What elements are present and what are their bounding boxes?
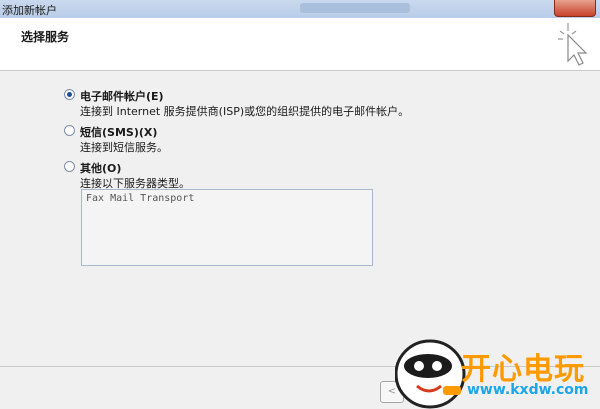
window-title: 添加新帐户 — [2, 4, 57, 17]
cursor-sparkle-icon — [558, 23, 588, 66]
main-panel: 电子邮件帐户(E) 连接到 Internet 服务提供商(ISP)或您的组织提供… — [0, 71, 600, 366]
watermark: 开心电玩 www.kxdw.com — [395, 338, 600, 409]
title-bar: 添加新帐户 — [0, 0, 600, 19]
server-type-list[interactable]: Fax Mail Transport — [81, 189, 373, 266]
radio-other[interactable] — [64, 161, 75, 172]
watermark-url: www.kxdw.com — [467, 382, 589, 398]
option-sms-label: 短信(SMS)(X) — [80, 126, 158, 139]
title-bar-blur — [300, 3, 410, 13]
option-email-description: 连接到 Internet 服务提供商(ISP)或您的组织提供的电子邮件帐户。 — [80, 105, 410, 118]
radio-sms[interactable] — [64, 125, 75, 136]
option-email-label: 电子邮件帐户(E) — [80, 90, 164, 103]
list-item[interactable]: Fax Mail Transport — [86, 193, 194, 204]
option-other-label: 其他(O) — [80, 162, 122, 175]
radio-email[interactable] — [64, 89, 75, 100]
wizard-header: 选择服务 — [0, 18, 600, 71]
option-sms-description: 连接到短信服务。 — [80, 141, 168, 154]
page-title: 选择服务 — [21, 30, 70, 44]
close-button[interactable] — [554, 0, 596, 17]
